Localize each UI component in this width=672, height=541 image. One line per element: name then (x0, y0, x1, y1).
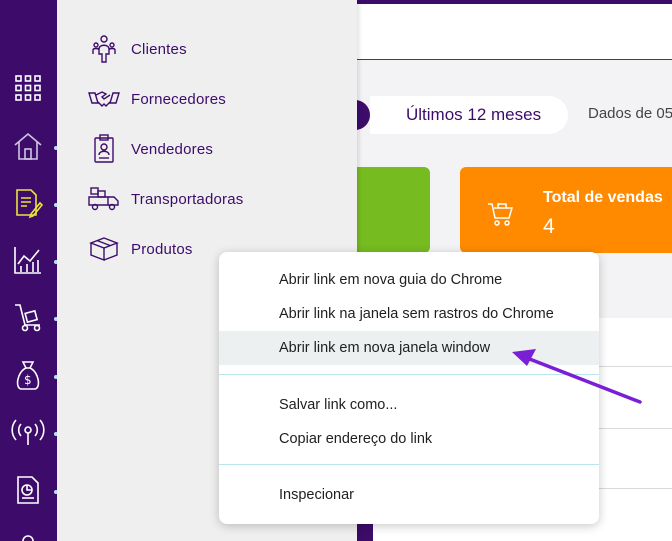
menu-item-copy-link-address[interactable]: Copiar endereço do link (219, 422, 599, 456)
flyout-item-fornecedores[interactable]: Fornecedores (87, 81, 226, 117)
flyout-item-label: Fornecedores (131, 90, 226, 108)
handshake-icon (87, 83, 121, 115)
document-edit-icon[interactable] (10, 185, 46, 221)
id-badge-icon (87, 133, 121, 165)
broadcast-icon[interactable] (10, 414, 46, 450)
report-icon[interactable] (10, 472, 46, 508)
chart-icon[interactable] (10, 242, 46, 278)
menu-item-open-new-window[interactable]: Abrir link em nova janela window (219, 331, 599, 365)
hand-truck-icon[interactable] (10, 299, 46, 335)
page-header (357, 4, 672, 60)
flyout-item-clientes[interactable]: Clientes (87, 31, 187, 67)
menu-item-open-incognito[interactable]: Abrir link na janela sem rastros do Chro… (219, 297, 599, 331)
box-icon (87, 233, 121, 265)
sales-card-title: Total de vendas (543, 189, 663, 206)
flyout-item-transportadoras[interactable]: Transportadoras (87, 181, 244, 217)
flyout-item-label: Vendedores (131, 140, 214, 158)
flyout-item-label: Clientes (131, 40, 187, 58)
truck-icon (87, 183, 121, 215)
menu-separator (219, 464, 599, 465)
period-selector[interactable]: Últimos 12 meses (370, 96, 568, 134)
sales-card-value: 4 (543, 215, 555, 238)
flyout-item-vendedores[interactable]: Vendedores (87, 131, 213, 167)
flyout-item-label: Produtos (131, 240, 193, 258)
menu-item-open-new-tab[interactable]: Abrir link em nova guia do Chrome (219, 263, 599, 297)
browser-context-menu: Abrir link em nova guia do Chrome Abrir … (219, 252, 599, 524)
money-bag-icon[interactable]: $ (10, 357, 46, 393)
flyout-item-label: Transportadoras (131, 190, 244, 208)
clients-icon (87, 33, 121, 65)
sales-card[interactable]: Total de vendas 4 (460, 167, 672, 253)
menu-separator (219, 374, 599, 375)
apps-grid-icon[interactable] (10, 70, 46, 106)
home-icon[interactable] (10, 128, 46, 164)
data-date-label: Dados de 05 (588, 105, 672, 122)
left-nav-rail: $ (0, 0, 58, 541)
flyout-item-produtos[interactable]: Produtos (87, 231, 193, 267)
menu-item-save-link-as[interactable]: Salvar link como... (219, 388, 599, 422)
svg-text:$: $ (24, 373, 32, 387)
menu-item-inspect[interactable]: Inspecionar (219, 478, 599, 512)
user-icon[interactable] (10, 525, 46, 541)
period-label: Últimos 12 meses (406, 105, 542, 124)
shopping-cart-icon (486, 201, 514, 232)
